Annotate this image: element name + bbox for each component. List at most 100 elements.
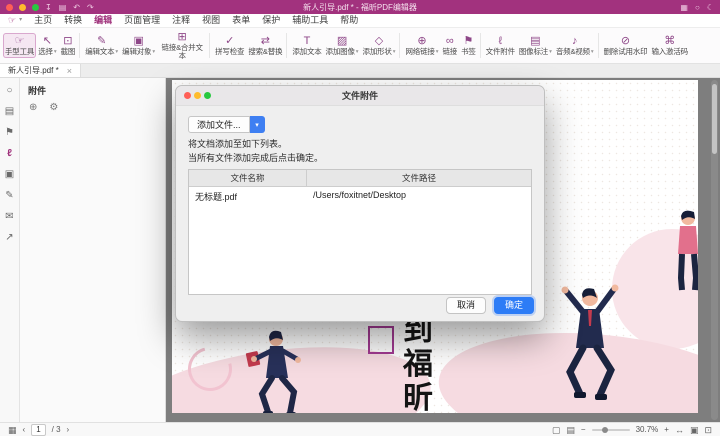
toolbar-tool[interactable]: ⚑ 书签 ▾ bbox=[459, 33, 478, 58]
dialog-hint-1: 将文档添加至如下列表。 bbox=[188, 139, 532, 151]
column-header-file-path[interactable]: 文件路径 bbox=[307, 170, 531, 186]
chevron-down-icon: ▾ bbox=[591, 49, 594, 55]
dialog-titlebar: 文件附件 bbox=[176, 86, 544, 106]
chevron-down-icon: ▾ bbox=[19, 14, 22, 27]
print-icon[interactable]: ▤ bbox=[59, 3, 67, 12]
add-file-button[interactable]: 添加文件... bbox=[188, 116, 250, 133]
menu-item[interactable]: 注释▾ bbox=[172, 14, 190, 27]
dialog-maximize-button[interactable] bbox=[204, 92, 211, 99]
fullscreen-icon[interactable]: ⊡ bbox=[704, 425, 712, 435]
toolbar-tool[interactable]: ▤ 图像标注 ▾ bbox=[517, 33, 554, 58]
view-continuous-icon[interactable]: ▤ bbox=[566, 425, 575, 435]
menu-item[interactable]: 编辑▾ bbox=[94, 14, 112, 27]
toolbar-tool[interactable]: ⊡ 截图 ▾ bbox=[59, 33, 78, 58]
menu-item[interactable]: 视图▾ bbox=[202, 14, 220, 27]
fit-width-icon[interactable]: ↔ bbox=[675, 425, 684, 435]
toolbar-tool[interactable]: ℓ 文件附件 ▾ bbox=[480, 33, 517, 58]
edit-text-icon: ✎ bbox=[97, 35, 106, 47]
add-shape-icon: ◇ bbox=[375, 35, 383, 47]
toolbar-tool[interactable]: ♪ 音频&视频 ▾ bbox=[554, 33, 596, 58]
minimize-window-button[interactable] bbox=[19, 4, 26, 11]
menu-item[interactable]: 辅助工具▾ bbox=[292, 14, 328, 27]
toolbar-tool[interactable]: ▣ 编辑对象 ▾ bbox=[120, 33, 157, 58]
tab-close-icon[interactable]: × bbox=[67, 67, 72, 75]
attachments-panel: 附件 ⊕⚙ bbox=[20, 78, 166, 422]
toolbar-tool-label: 文件附件 bbox=[486, 48, 515, 56]
toolbar-tool-label: 手型工具 bbox=[5, 48, 34, 56]
add-file-dropdown-icon[interactable]: ▾ bbox=[250, 116, 265, 133]
statusbar: ▦ ‹ 1 / 3 › ▢ ▤ − 30.7% + ↔ ▣ ⊡ bbox=[0, 422, 720, 436]
panel-comments-icon[interactable]: ✉ bbox=[5, 211, 13, 222]
scrollbar-thumb[interactable] bbox=[712, 84, 717, 154]
zoom-slider-knob[interactable] bbox=[602, 427, 608, 433]
toolbar-tool[interactable]: ✎ 编辑文本 ▾ bbox=[79, 33, 120, 58]
statusbar-right: ▢ ▤ − 30.7% + ↔ ▣ ⊡ bbox=[552, 425, 712, 435]
save-icon[interactable]: ↧ bbox=[45, 3, 52, 12]
toolbar-tool[interactable]: ▨ 添加图像 ▾ bbox=[324, 33, 361, 58]
menu-item[interactable]: ☞▾ bbox=[8, 14, 22, 27]
toolbar-tool[interactable]: ☞ 手型工具 ▾ bbox=[3, 33, 36, 58]
toolbar-tool-label: 链接 bbox=[442, 48, 457, 56]
menu-item[interactable]: 保护▾ bbox=[262, 14, 280, 27]
titlebar: ↧ ▤ ↶ ↷ 新人引导.pdf * - 福昕PDF编辑器 ▦ ○ ☾ bbox=[0, 0, 720, 14]
toolbar-tool[interactable]: ⌘ 输入激活码 ▾ bbox=[649, 33, 690, 58]
dialog-minimize-button[interactable] bbox=[194, 92, 201, 99]
close-window-button[interactable] bbox=[6, 4, 13, 11]
menu-item[interactable]: 帮助▾ bbox=[340, 14, 358, 27]
table-row[interactable]: 无标题.pdf /Users/foxitnet/Desktop bbox=[189, 187, 531, 206]
panel-search-icon[interactable]: ○ bbox=[6, 85, 12, 96]
document-tab[interactable]: 新人引导.pdf * × bbox=[0, 64, 81, 77]
zoom-value[interactable]: 30.7% bbox=[636, 425, 659, 434]
next-page-icon[interactable]: › bbox=[67, 425, 70, 434]
zoom-slider[interactable] bbox=[592, 429, 630, 431]
zoom-in-button[interactable]: + bbox=[664, 425, 669, 434]
panel-signature-icon[interactable]: ✎ bbox=[5, 190, 13, 201]
zoom-out-button[interactable]: − bbox=[581, 425, 586, 434]
menu-item[interactable]: 转换▾ bbox=[64, 14, 82, 27]
menu-item[interactable]: 页面管理▾ bbox=[124, 14, 160, 27]
panel-thumbnails-icon[interactable]: ▤ bbox=[5, 106, 14, 117]
view-single-icon[interactable]: ▢ bbox=[552, 425, 561, 435]
select-icon: ↖ bbox=[43, 35, 52, 47]
toolbar-tool[interactable]: ⇄ 搜索&替换 ▾ bbox=[246, 33, 284, 58]
redo-icon[interactable]: ↷ bbox=[87, 3, 94, 12]
maximize-window-button[interactable] bbox=[32, 4, 39, 11]
panel-layers-icon[interactable]: ▣ bbox=[5, 169, 14, 180]
titlebar-left-icons: ↧ ▤ ↶ ↷ bbox=[45, 3, 94, 12]
vertical-scrollbar[interactable] bbox=[711, 80, 718, 420]
toolbar-tool[interactable]: ⊘ 删除试用水印 ▾ bbox=[598, 33, 650, 58]
attachment-add-icon[interactable]: ⊕ bbox=[29, 102, 37, 113]
previous-page-icon[interactable]: ‹ bbox=[23, 425, 26, 434]
confirm-button[interactable]: 确定 bbox=[494, 297, 534, 314]
toolbar-tool[interactable]: ∞ 链接 ▾ bbox=[440, 33, 459, 58]
menu-item[interactable]: 表单▾ bbox=[232, 14, 250, 27]
dialog-hint-2: 当所有文件添加完成后点击确定。 bbox=[188, 153, 532, 165]
apps-icon[interactable]: ▦ bbox=[680, 3, 688, 12]
fit-page-icon[interactable]: ▣ bbox=[690, 425, 699, 435]
page-thumbnails-icon[interactable]: ▦ bbox=[8, 425, 17, 435]
toolbar-tool-label: 链接&合并文本 bbox=[159, 44, 205, 61]
toolbar-tool[interactable]: ⊕ 网络链接 ▾ bbox=[399, 33, 440, 58]
toolbar-tool[interactable]: ↖ 选择 ▾ bbox=[36, 33, 58, 58]
toolbar-tool[interactable]: ✓ 拼写检查 ▾ bbox=[209, 33, 246, 58]
document-tabbar: 新人引导.pdf * × bbox=[0, 64, 720, 78]
panel-bookmarks-icon[interactable]: ⚑ bbox=[5, 127, 14, 138]
cancel-button[interactable]: 取消 bbox=[446, 297, 486, 314]
window-title: 新人引导.pdf * - 福昕PDF编辑器 bbox=[0, 2, 720, 13]
panel-share-icon[interactable]: ↗ bbox=[5, 232, 13, 243]
page-number-input[interactable]: 1 bbox=[31, 424, 45, 436]
attachment-settings-icon[interactable]: ⚙ bbox=[49, 102, 58, 113]
panel-attachments-icon[interactable]: ℓ bbox=[7, 148, 12, 159]
theme-icon[interactable]: ☾ bbox=[707, 3, 714, 12]
undo-icon[interactable]: ↶ bbox=[73, 3, 80, 12]
file-attachment-dialog: 文件附件 添加文件... ▾ 将文档添加至如下列表。 当所有文件添加完成后点击确… bbox=[175, 85, 545, 322]
column-header-file-name[interactable]: 文件名称 bbox=[189, 170, 307, 186]
search-icon[interactable]: ○ bbox=[695, 3, 700, 12]
dialog-close-button[interactable] bbox=[184, 92, 191, 99]
toolbar-tool[interactable]: T 添加文本 ▾ bbox=[286, 33, 323, 58]
bookmark-icon: ⚑ bbox=[463, 35, 473, 47]
menu-item[interactable]: 主页▾ bbox=[34, 14, 52, 27]
toolbar-tool-label: 删除试用水印 bbox=[604, 48, 648, 56]
toolbar-tool[interactable]: ⊞ 链接&合并文本 ▾ bbox=[157, 29, 207, 63]
toolbar-tool[interactable]: ◇ 添加形状 ▾ bbox=[361, 33, 398, 58]
